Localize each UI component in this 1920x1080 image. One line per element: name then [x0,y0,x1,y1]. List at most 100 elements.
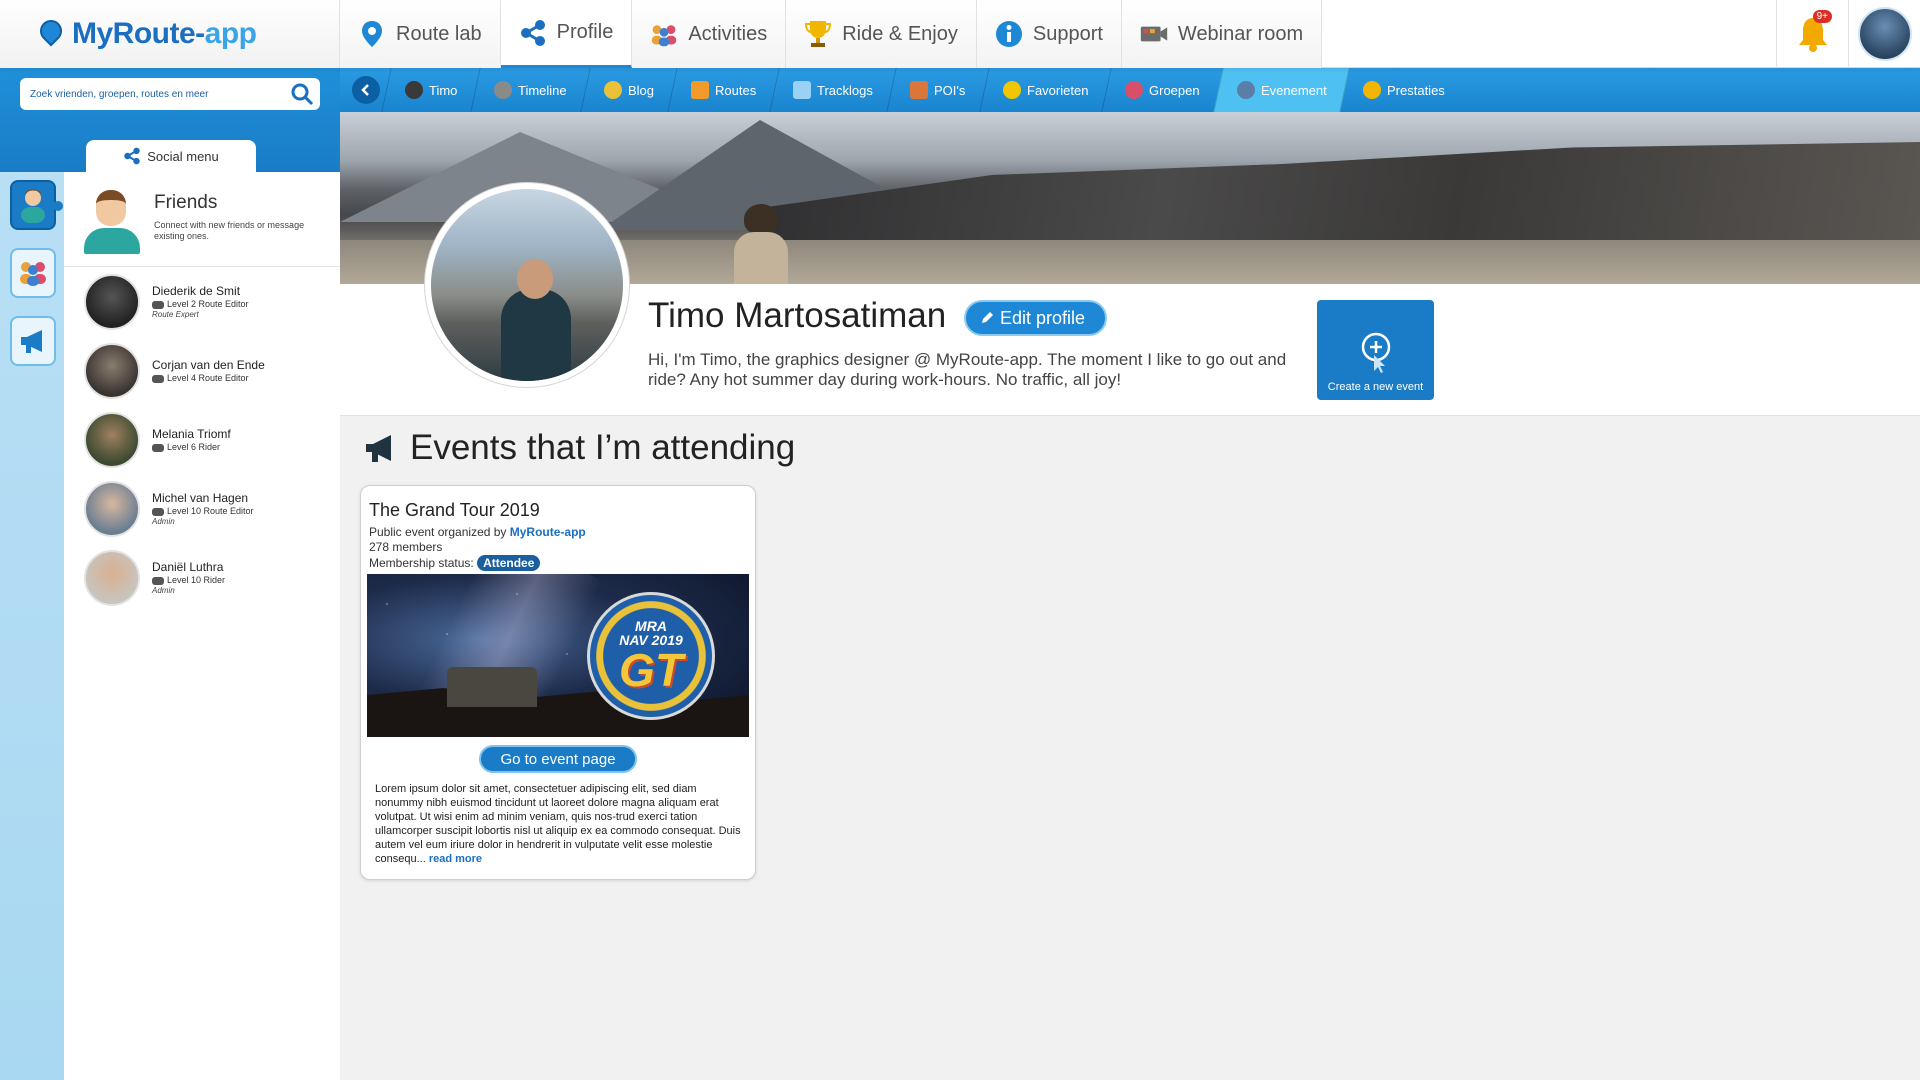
friend-level: Level 2 Route Editor [152,299,249,309]
info-icon [995,20,1023,48]
event-organized-prefix: Public event organized by [369,525,507,539]
rail-friends-button[interactable] [10,180,63,230]
user-avatar-button[interactable] [1848,0,1920,68]
tab-label: Routes [715,82,757,98]
friend-name: Melania Triomf [152,427,231,441]
avatar [84,480,140,537]
tab-timo[interactable]: Timo [381,68,481,112]
group-icon [20,262,46,286]
avatar [84,411,140,468]
friend-list-item[interactable]: Melania Triomf Level 6 Rider [64,405,340,474]
friend-list-item[interactable]: Daniël Luthra Level 10 Rider Admin [64,543,340,612]
tab-timeline[interactable]: Timeline [470,68,590,112]
friend-list-item[interactable]: Corjan van den Ende Level 4 Route Editor [64,336,340,405]
friend-person-icon [82,188,142,254]
friend-name: Michel van Hagen [152,491,249,505]
person-icon [21,189,45,223]
main-nav: Route lab Profile Activities Ride & Enjo… [340,0,1323,68]
chevron-left-icon [361,84,369,96]
nav-profile-label: Profile [556,21,614,43]
tab-label: Favorieten [1026,82,1088,98]
nav-support[interactable]: Support [976,0,1122,68]
motorcycle-icon [152,374,164,383]
group-icon [1124,81,1143,99]
nav-activities[interactable]: Activities [632,0,787,68]
tab-blog[interactable]: Blog [580,68,677,112]
tab-tracklogs[interactable]: Tracklogs [769,68,896,112]
friends-header: Friends Connect with new friends or mess… [64,172,340,267]
friend-level: Level 10 Rider [152,575,225,585]
friend-list-item[interactable]: Michel van Hagen Level 10 Route Editor A… [64,474,340,543]
friend-level-text: Level 4 Route Editor [167,373,249,383]
nav-webinar-room-label: Webinar room [1177,22,1304,45]
map-pin-icon [358,20,386,48]
tab-favorieten[interactable]: Favorieten [978,68,1111,112]
profile-bio: Hi, I'm Timo, the graphics designer @ My… [648,350,1287,390]
avatar [84,549,140,606]
myroute-logo[interactable]: MyRoute-app [0,0,340,68]
event-logo-line1: MRA [635,618,667,634]
social-menu-tab[interactable]: Social menu [86,140,256,172]
top-navigation-bar: MyRoute-app Route lab Profile Activities… [0,0,1920,68]
tab-label: Timo [429,82,458,98]
tab-label: Tracklogs [817,82,874,98]
nav-ride-enjoy-label: Ride & Enjoy [842,22,958,45]
search-icon[interactable] [290,82,314,106]
tab-label: Blog [628,82,655,98]
friend-level: Level 4 Route Editor [152,373,265,383]
rail-groups-button[interactable] [10,248,56,298]
nav-route-lab-label: Route lab [396,22,482,45]
notifications-button[interactable]: 9+ [1776,0,1848,68]
nav-profile[interactable]: Profile [500,0,633,68]
tab-groepen[interactable]: Groepen [1101,68,1223,112]
tab-label: Timeline [518,82,568,98]
profile-subnav: Timo Timeline Blog Routes Tracklogs POI'… [340,68,1920,112]
friend-list-item[interactable]: Diederik de Smit Level 2 Route Editor Ro… [64,267,340,336]
friend-level-text: Level 10 Rider [167,575,226,585]
event-image[interactable]: MRA NAV 2019 GT [367,574,749,737]
tab-label: Prestaties [1387,82,1446,98]
friend-level: Level 10 Route Editor [152,506,254,516]
events-section-title: Events that I’m attending [364,428,795,468]
clock-icon [494,81,513,99]
friends-title: Friends [154,192,218,213]
video-camera-icon [1140,20,1168,48]
event-logo-line3: GT [619,644,683,696]
events-title-text: Events that I’m attending [410,428,796,467]
event-membership-line: Membership status: Attendee [369,555,541,571]
read-more-link[interactable]: read more [429,853,482,865]
go-to-event-button[interactable]: Go to event page [479,745,637,773]
tab-routes[interactable]: Routes [667,68,779,112]
friend-level: Level 6 Rider [152,442,231,452]
back-button[interactable] [352,76,380,104]
nav-route-lab[interactable]: Route lab [340,0,501,68]
logo-text: MyRoute-app [72,17,257,51]
event-description: Lorem ipsum dolor sit amet, consectetuer… [375,782,741,866]
megaphone-icon [366,435,391,462]
nav-webinar-room[interactable]: Webinar room [1121,0,1323,68]
search-box [20,78,320,110]
rail-events-button[interactable] [10,316,56,366]
tab-evenement[interactable]: Evenement [1212,68,1350,112]
create-event-label: Create a new event [1327,380,1424,393]
tab-prestaties[interactable]: Prestaties [1339,68,1468,112]
tab-label: Groepen [1148,82,1200,98]
event-organizer-line: Public event organized by MyRoute-app [369,525,586,539]
friend-level-text: Level 10 Route Editor [167,506,254,516]
event-organizer-link[interactable]: MyRoute-app [510,525,586,539]
profile-photo[interactable] [424,182,630,388]
people-icon [650,20,678,48]
friend-role: Admin [152,586,175,595]
megaphone-icon [21,330,42,353]
star-icon [1002,81,1021,99]
event-title: The Grand Tour 2019 [369,500,540,520]
search-input[interactable] [30,88,280,100]
poi-icon [910,81,929,99]
tab-pois[interactable]: POI's [886,68,989,112]
nav-ride-enjoy[interactable]: Ride & Enjoy [786,0,977,68]
create-event-button[interactable]: Create a new event [1317,300,1434,400]
avatar [84,342,140,399]
notification-badge: 9+ [1812,10,1832,23]
edit-profile-button[interactable]: Edit profile [964,300,1108,336]
motorcycle-icon [152,300,164,309]
